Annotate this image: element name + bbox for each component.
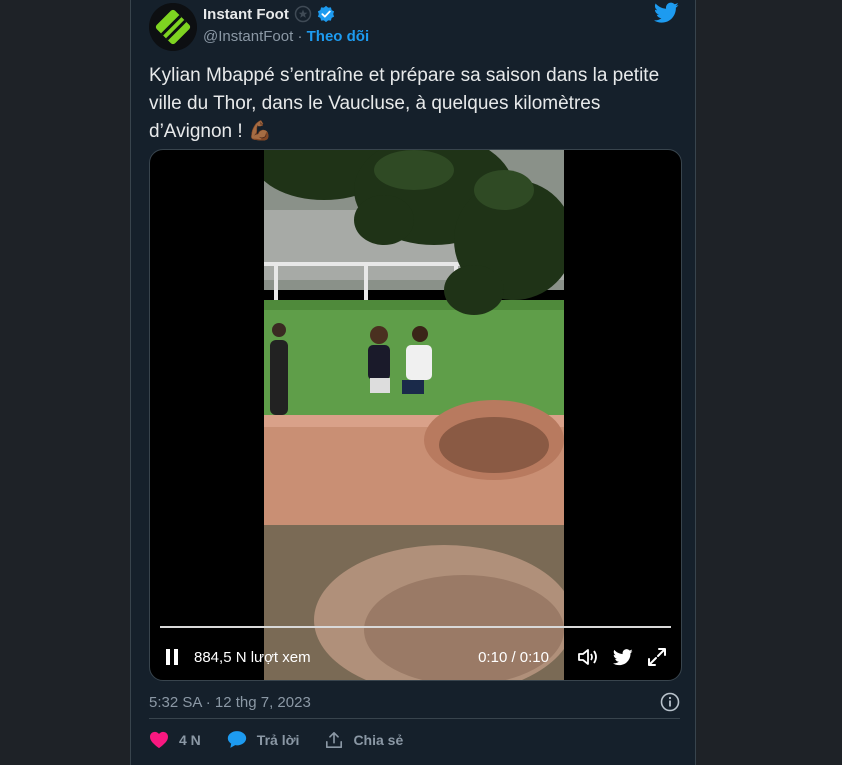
share-label: Chia sẻ: [353, 731, 404, 748]
volume-icon[interactable]: [577, 647, 599, 667]
video-player[interactable]: 884,5 N lượt xem 0:10 / 0:10: [149, 149, 682, 681]
like-count: 4 N: [179, 731, 201, 748]
info-icon[interactable]: [660, 692, 680, 716]
fullscreen-icon[interactable]: [647, 647, 667, 667]
heart-icon: [150, 731, 168, 748]
verified-badge-icon: [317, 5, 334, 23]
tweet-embed-card: Instant Foot @InstantFoot · Theo dõi Kyl…: [130, 0, 696, 765]
share-button[interactable]: Chia sẻ: [325, 731, 403, 749]
avatar[interactable]: [149, 3, 197, 51]
account-badge-icon: [294, 5, 312, 23]
follow-link[interactable]: Theo dõi: [307, 28, 370, 45]
video-controls: 884,5 N lượt xem 0:10 / 0:10: [164, 642, 667, 672]
video-progress-bar[interactable]: [160, 626, 671, 628]
separator: ·: [293, 28, 307, 45]
display-name[interactable]: Instant Foot: [203, 6, 289, 23]
pause-icon[interactable]: [164, 648, 180, 666]
author-handle-row: @InstantFoot · Theo dõi: [203, 28, 369, 45]
twitter-bird-icon[interactable]: [654, 2, 679, 24]
tweet-text: Kylian Mbappé s’entraîne et prépare sa s…: [149, 65, 660, 142]
tweet-meta-row: 5:32 SA · 12 thg 7, 2023: [149, 688, 680, 716]
author-name-row: Instant Foot: [203, 5, 335, 23]
tweet-actions: 4 N Trả lời Chia sẻ: [149, 730, 429, 749]
video-frame: [264, 150, 564, 680]
reply-label: Trả lời: [256, 731, 300, 748]
reply-icon: [227, 731, 246, 748]
instant-foot-logo: [149, 3, 197, 51]
twitter-logo-icon[interactable]: [613, 648, 633, 666]
video-time: 0:10 / 0:10: [478, 648, 549, 666]
timestamp[interactable]: 5:32 SA · 12 thg 7, 2023: [149, 694, 311, 711]
divider: [149, 718, 680, 719]
share-icon: [326, 731, 343, 748]
reply-button[interactable]: Trả lời: [227, 730, 300, 749]
view-count: 884,5 N lượt xem: [194, 648, 311, 666]
like-button[interactable]: 4 N: [149, 731, 201, 749]
handle[interactable]: @InstantFoot: [203, 28, 293, 45]
